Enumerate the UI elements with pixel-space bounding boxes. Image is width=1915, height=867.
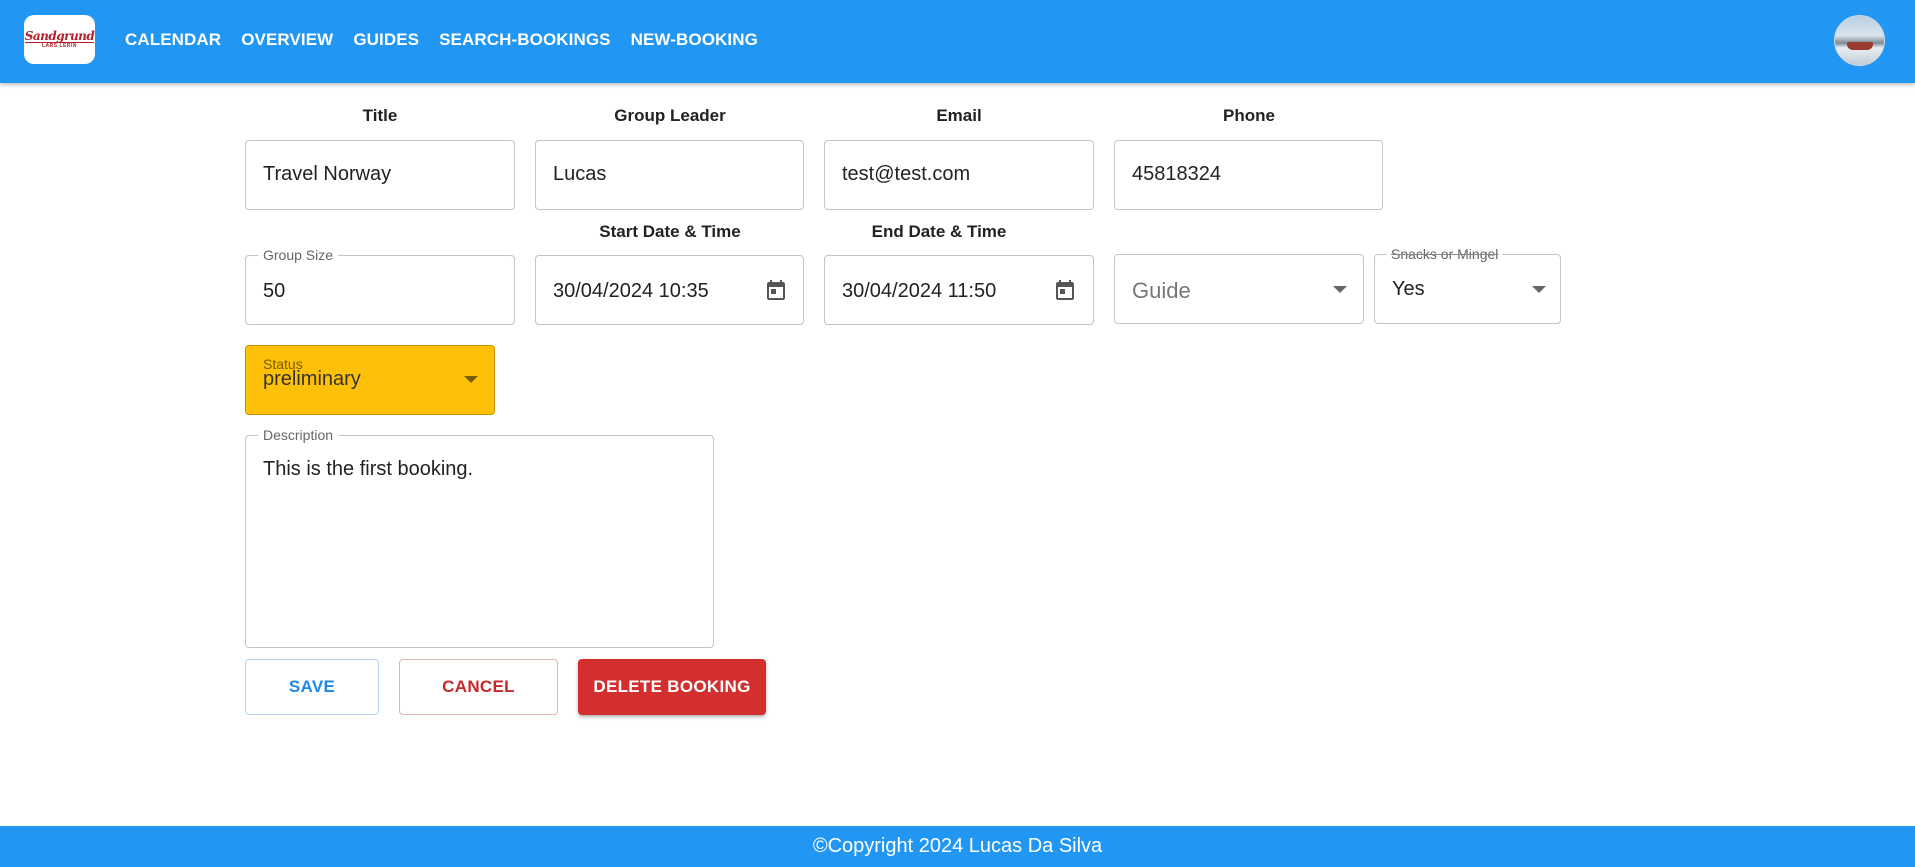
snacks-label: Snacks or Mingel	[1387, 246, 1503, 262]
chevron-down-icon	[1532, 286, 1546, 293]
end-date-label: End Date & Time	[871, 222, 1007, 241]
start-date-value: 30/04/2024 10:35	[553, 280, 709, 302]
nav-search-bookings[interactable]: SEARCH-BOOKINGS	[439, 30, 611, 50]
status-value: preliminary	[263, 368, 361, 390]
avatar-image	[1847, 42, 1873, 50]
status-select[interactable]: Status preliminary	[245, 345, 495, 415]
group-size-value: 50	[263, 280, 286, 302]
start-date-label: Start Date & Time	[599, 222, 741, 241]
phone-value: 45818324	[1132, 163, 1221, 185]
start-date-field[interactable]: 30/04/2024 10:35	[535, 255, 804, 325]
nav-overview[interactable]: OVERVIEW	[241, 30, 333, 50]
top-app-bar: Sandgrund LARS LERIN CALENDAR OVERVIEW G…	[0, 0, 1915, 83]
phone-field[interactable]: 45818324	[1114, 140, 1383, 210]
delete-booking-button[interactable]: DELETE BOOKING	[578, 659, 766, 715]
copyright-text: ©Copyright 2024 Lucas Da Silva	[812, 835, 1103, 857]
logo-subtext: LARS LERIN	[42, 42, 77, 49]
group-leader-field[interactable]: Lucas	[535, 140, 804, 210]
email-field[interactable]: test@test.com	[824, 140, 1094, 210]
group-size-label: Group Size	[258, 247, 339, 263]
logo-text: Sandgrund	[24, 28, 95, 43]
calendar-icon[interactable]	[1053, 278, 1077, 302]
description-field[interactable]: Description This is the first booking.	[245, 427, 714, 648]
end-date-field[interactable]: 30/04/2024 11:50	[824, 255, 1094, 325]
calendar-icon[interactable]	[764, 278, 788, 302]
description-value: This is the first booking.	[263, 458, 474, 480]
chevron-down-icon	[464, 376, 478, 383]
cancel-button[interactable]: CANCEL	[399, 659, 558, 715]
group-leader-label: Group Leader	[614, 106, 726, 125]
guide-placeholder: Guide	[1132, 278, 1191, 303]
guide-select[interactable]: Guide	[1114, 254, 1364, 324]
chevron-down-icon	[1333, 286, 1347, 293]
description-label: Description	[258, 427, 339, 443]
main-nav: CALENDAR OVERVIEW GUIDES SEARCH-BOOKINGS…	[125, 0, 758, 79]
group-leader-value: Lucas	[553, 163, 607, 185]
nav-calendar[interactable]: CALENDAR	[125, 30, 221, 50]
email-label: Email	[936, 106, 982, 125]
avatar[interactable]	[1834, 15, 1885, 66]
snacks-value: Yes	[1392, 278, 1425, 300]
snacks-select[interactable]: Snacks or Mingel Yes	[1374, 246, 1561, 324]
end-date-value: 30/04/2024 11:50	[842, 280, 997, 302]
nav-new-booking[interactable]: NEW-BOOKING	[631, 30, 758, 50]
logo[interactable]: Sandgrund LARS LERIN	[24, 15, 95, 64]
nav-guides[interactable]: GUIDES	[353, 30, 419, 50]
title-value: Travel Norway	[263, 163, 392, 185]
title-label: Title	[362, 106, 398, 125]
group-size-field[interactable]: Group Size 50	[245, 247, 515, 325]
email-value: test@test.com	[842, 163, 971, 185]
title-field[interactable]: Travel Norway	[245, 140, 515, 210]
footer: ©Copyright 2024 Lucas Da Silva	[0, 826, 1915, 867]
save-button[interactable]: SAVE	[245, 659, 379, 715]
phone-label: Phone	[1223, 106, 1275, 125]
